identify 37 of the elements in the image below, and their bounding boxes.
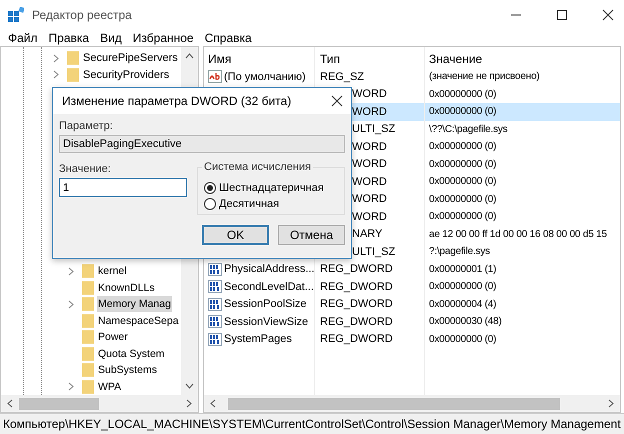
window-title: Редактор реестра	[32, 8, 132, 22]
value-data: 0x00000000 (0)	[429, 211, 496, 222]
value-type: NARY	[352, 228, 382, 240]
field-label: Значение:	[59, 163, 112, 175]
value-type: REG_DWORD	[320, 316, 393, 328]
value-data: 0x00000000 (0)	[429, 106, 496, 118]
value-type: WORD	[352, 210, 387, 223]
value-data: \??\C:\pagefile.sys	[429, 124, 508, 135]
value-type: WORD	[352, 193, 387, 206]
value-type: WORD	[352, 88, 387, 100]
value-type: WORD	[352, 176, 387, 188]
value-data: (значение не присвоено)	[429, 71, 540, 82]
value-data: 0x00000000 (0)	[429, 194, 496, 205]
value-data: 0x00000001 (1)	[429, 264, 496, 275]
value-type: REG_SZ	[320, 70, 364, 83]
value-data: ?:\pagefile.sys	[429, 246, 490, 258]
value-data: 0x00000030 (48)	[429, 316, 502, 328]
value-type: WORD	[352, 140, 387, 153]
value-type: WORD	[352, 106, 387, 118]
value-type: REG_DWORD	[320, 298, 393, 310]
value-type: REG_DWORD	[320, 263, 393, 276]
value-type: ULTI_SZ	[352, 123, 396, 136]
value-data: 0x00000000 (0)	[429, 176, 496, 188]
value-type: ULTI_SZ	[352, 246, 396, 258]
value-data: 0x00000000 (0)	[429, 334, 496, 345]
status-path: Компьютер\HKEY_LOCAL_MACHINE\SYSTEM\CurrentControlSet\Control\Session Manager\Memory Management	[3, 417, 621, 431]
value-type: WORD	[352, 158, 387, 170]
value-type: REG_DWORD	[320, 280, 393, 293]
group-label: Система исчисления	[202, 161, 313, 173]
value-data: 0x00000000 (0)	[429, 158, 496, 170]
value-type: REG_DWORD	[320, 333, 393, 346]
value-data: 0x00000004 (4)	[429, 298, 496, 310]
value-data: 0x00000000 (0)	[429, 141, 496, 152]
field-label: Параметр:	[59, 120, 114, 132]
value-data: 0x00000000 (0)	[429, 88, 496, 100]
value-data: ae 12 00 00 ff 1d 00 00 16 08 00 00 d5 15	[429, 228, 607, 240]
value-data: 0x00000000 (0)	[429, 281, 496, 292]
